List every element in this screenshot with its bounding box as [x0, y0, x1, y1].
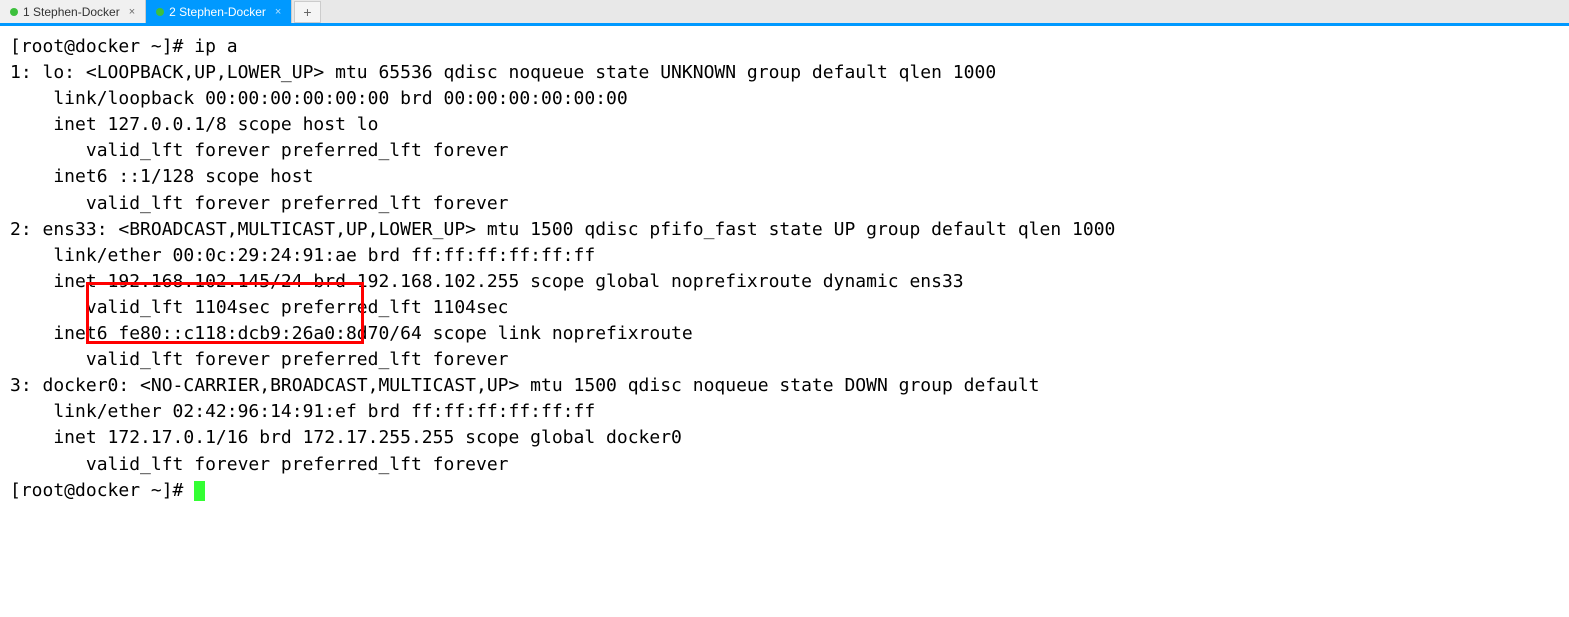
output-line: inet 192.168.102.145/24 brd 192.168.102.…: [10, 271, 964, 292]
output-line: 2: ens33: <BROADCAST,MULTICAST,UP,LOWER_…: [10, 219, 1115, 240]
terminal-output[interactable]: [root@docker ~]# ip a 1: lo: <LOOPBACK,U…: [0, 26, 1569, 538]
tab-bar: 1 Stephen-Docker × 2 Stephen-Docker × +: [0, 0, 1569, 26]
output-line: inet 127.0.0.1/8 scope host lo: [10, 114, 378, 135]
output-line: valid_lft forever preferred_lft forever: [10, 140, 509, 161]
output-line: 1: lo: <LOOPBACK,UP,LOWER_UP> mtu 65536 …: [10, 62, 996, 83]
shell-prompt: [root@docker ~]#: [10, 480, 194, 501]
output-line: valid_lft forever preferred_lft forever: [10, 193, 509, 214]
shell-prompt: [root@docker ~]#: [10, 36, 194, 57]
output-line: valid_lft forever preferred_lft forever: [10, 349, 509, 370]
cursor-icon: [194, 481, 205, 501]
close-icon[interactable]: ×: [275, 6, 281, 18]
tab-label: 2 Stephen-Docker: [169, 5, 266, 19]
status-dot-icon: [10, 8, 18, 16]
output-line: inet 172.17.0.1/16 brd 172.17.255.255 sc…: [10, 427, 682, 448]
status-dot-icon: [156, 8, 164, 16]
output-line: valid_lft 1104sec preferred_lft 1104sec: [10, 297, 509, 318]
output-line: 3: docker0: <NO-CARRIER,BROADCAST,MULTIC…: [10, 375, 1050, 396]
tab-2[interactable]: 2 Stephen-Docker ×: [146, 0, 292, 23]
output-line: inet6 fe80::c118:dcb9:26a0:8d70/64 scope…: [10, 323, 704, 344]
output-line: link/loopback 00:00:00:00:00:00 brd 00:0…: [10, 88, 628, 109]
tab-1[interactable]: 1 Stephen-Docker ×: [0, 0, 146, 23]
command-text: ip a: [194, 36, 237, 57]
output-line: link/ether 02:42:96:14:91:ef brd ff:ff:f…: [10, 401, 595, 422]
close-icon[interactable]: ×: [129, 6, 135, 18]
tab-label: 1 Stephen-Docker: [23, 5, 120, 19]
output-line: valid_lft forever preferred_lft forever: [10, 454, 509, 475]
output-line: link/ether 00:0c:29:24:91:ae brd ff:ff:f…: [10, 245, 595, 266]
add-tab-button[interactable]: +: [294, 1, 320, 23]
output-line: inet6 ::1/128 scope host: [10, 166, 324, 187]
